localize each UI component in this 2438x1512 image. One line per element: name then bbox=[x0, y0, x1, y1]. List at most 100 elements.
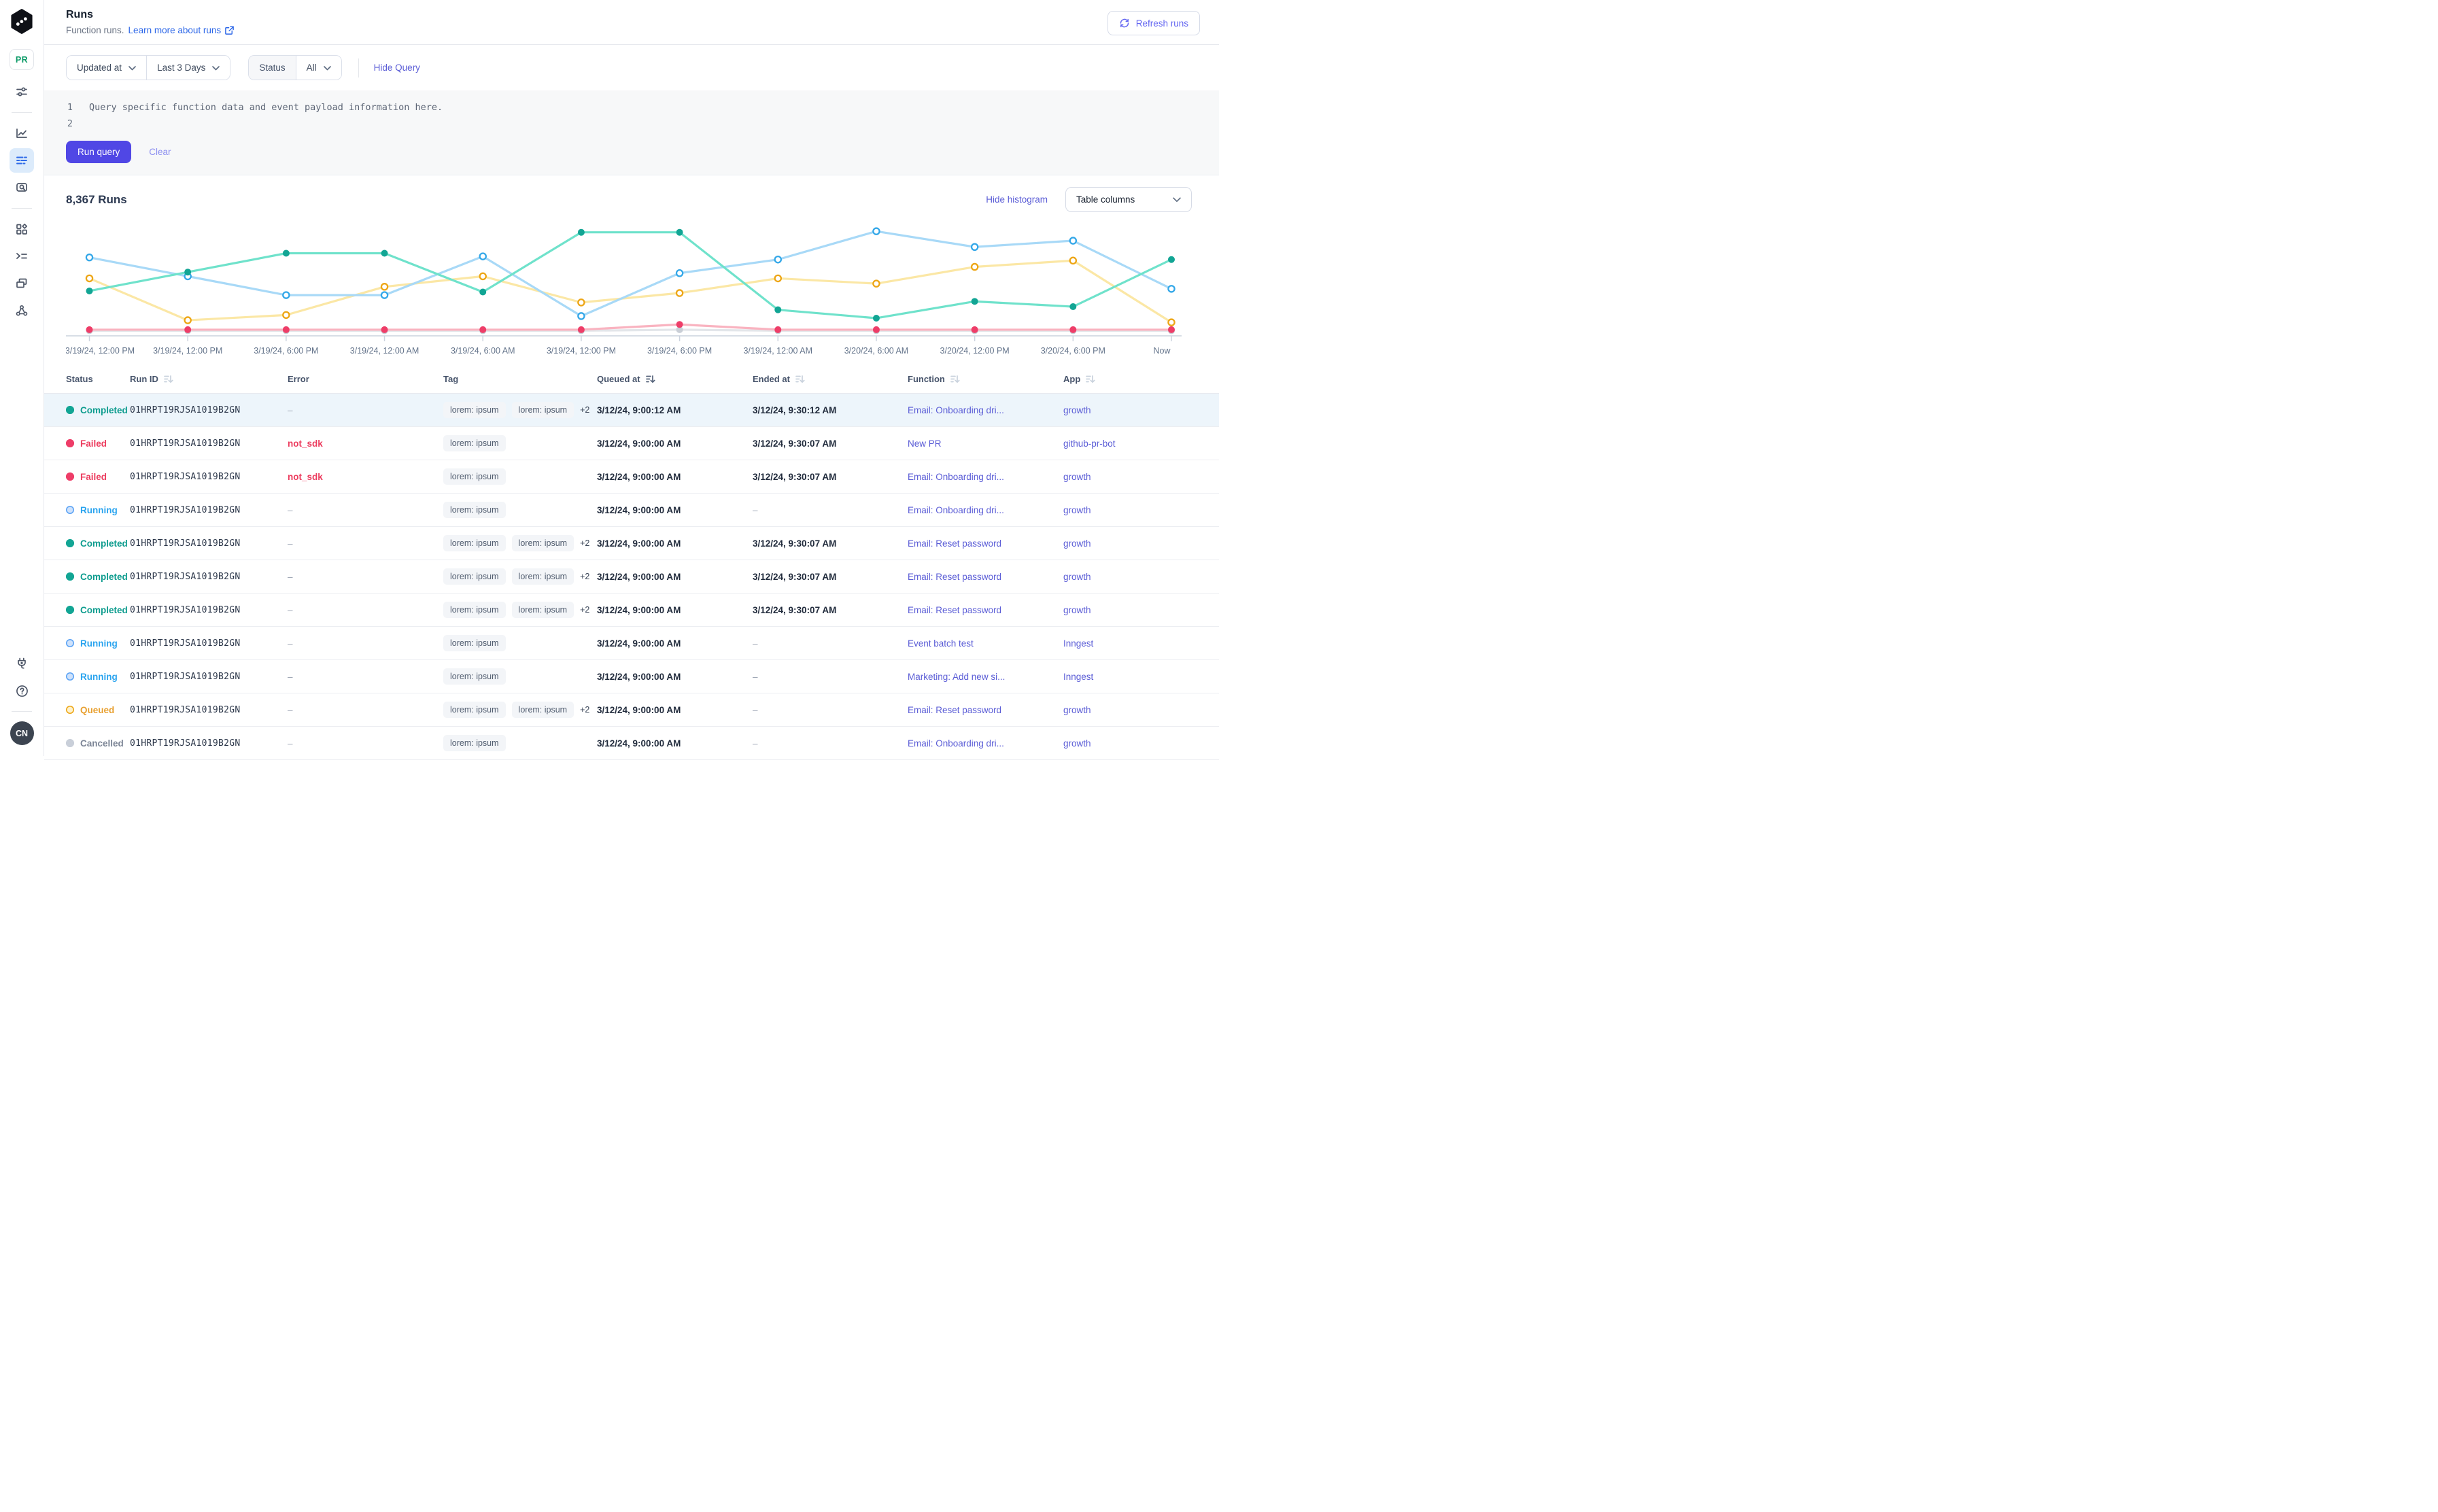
data-point-failed bbox=[479, 326, 486, 333]
table-columns-dropdown[interactable]: Table columns bbox=[1065, 187, 1192, 212]
sidebar-item-runs[interactable] bbox=[10, 148, 34, 173]
runs-count: 8,367 Runs bbox=[66, 193, 127, 207]
x-axis-label: 3/20/24, 6:00 PM bbox=[1041, 346, 1105, 356]
function-link[interactable]: Email: Onboarding dri... bbox=[908, 405, 1063, 415]
queued-at: 3/12/24, 9:00:00 AM bbox=[597, 572, 753, 582]
table-row[interactable]: Queued01HRPT19RJSA1019B2GN–lorem: ipsuml… bbox=[44, 693, 1219, 727]
inngest-logo-icon[interactable] bbox=[10, 9, 33, 34]
x-axis-label: 3/19/24, 12:00 AM bbox=[744, 346, 812, 356]
table-row[interactable]: Running01HRPT19RJSA1019B2GN–lorem: ipsum… bbox=[44, 660, 1219, 693]
column-header-function[interactable]: Function bbox=[908, 374, 1063, 384]
data-point-running bbox=[283, 292, 289, 298]
data-point-failed bbox=[1168, 326, 1175, 333]
function-link[interactable]: Email: Onboarding dri... bbox=[908, 505, 1063, 515]
function-link[interactable]: Email: Onboarding dri... bbox=[908, 738, 1063, 749]
status-cell: Running bbox=[66, 505, 130, 515]
app-link[interactable]: growth bbox=[1063, 572, 1219, 582]
time-range-dropdown[interactable]: Last 3 Days bbox=[146, 56, 230, 80]
status-cell: Queued bbox=[66, 705, 130, 715]
function-link[interactable]: Email: Onboarding dri... bbox=[908, 472, 1063, 482]
query-editor-input[interactable]: Query specific function data and event p… bbox=[73, 99, 443, 116]
status-filter-dropdown[interactable]: All bbox=[296, 56, 341, 80]
error-cell: – bbox=[288, 638, 443, 649]
x-axis-label: Now bbox=[1153, 346, 1171, 356]
time-field-dropdown[interactable]: Updated at bbox=[67, 56, 146, 80]
x-axis-label: 3/19/24, 12:00 PM bbox=[153, 346, 222, 356]
function-link[interactable]: Event batch test bbox=[908, 638, 1063, 649]
status-cell: Completed bbox=[66, 572, 130, 582]
tags-cell: lorem: ipsum bbox=[443, 468, 597, 485]
page-header: Runs Function runs. Learn more about run… bbox=[44, 0, 1219, 45]
column-header-tag: Tag bbox=[443, 374, 597, 384]
status-cell: Cancelled bbox=[66, 738, 130, 749]
sort-icon bbox=[163, 374, 173, 384]
app-link[interactable]: growth bbox=[1063, 472, 1219, 482]
table-row[interactable]: Failed01HRPT19RJSA1019B2GNnot_sdklorem: … bbox=[44, 460, 1219, 494]
data-point-running bbox=[676, 270, 683, 276]
deploys-icon[interactable] bbox=[10, 271, 34, 296]
app-link[interactable]: growth bbox=[1063, 505, 1219, 515]
sort-icon bbox=[950, 374, 960, 384]
table-row[interactable]: Completed01HRPT19RJSA1019B2GN–lorem: ips… bbox=[44, 527, 1219, 560]
table-row[interactable]: Failed01HRPT19RJSA1019B2GNnot_sdklorem: … bbox=[44, 427, 1219, 460]
function-link[interactable]: Email: Reset password bbox=[908, 605, 1063, 615]
help-icon[interactable] bbox=[10, 678, 34, 703]
ended-at: – bbox=[753, 505, 908, 515]
column-header-label: Tag bbox=[443, 374, 458, 384]
error-cell: – bbox=[288, 705, 443, 715]
tag-chip: lorem: ipsum bbox=[512, 402, 574, 418]
refresh-runs-button[interactable]: Refresh runs bbox=[1108, 11, 1200, 35]
table-row[interactable]: Running01HRPT19RJSA1019B2GN–lorem: ipsum… bbox=[44, 627, 1219, 660]
hide-histogram-link[interactable]: Hide histogram bbox=[986, 194, 1048, 205]
function-link[interactable]: Email: Reset password bbox=[908, 538, 1063, 549]
status-cell: Failed bbox=[66, 439, 130, 449]
learn-more-link[interactable]: Learn more about runs bbox=[128, 25, 235, 35]
environment-badge[interactable]: PR bbox=[10, 49, 34, 70]
status-label: Running bbox=[80, 672, 118, 682]
column-header-run-id[interactable]: Run ID bbox=[130, 374, 288, 384]
app-link[interactable]: growth bbox=[1063, 405, 1219, 415]
run-id: 01HRPT19RJSA1019B2GN bbox=[130, 705, 288, 715]
runs-table: StatusRun IDErrorTagQueued atEnded atFun… bbox=[44, 365, 1219, 760]
run-id: 01HRPT19RJSA1019B2GN bbox=[130, 439, 288, 449]
refresh-icon bbox=[1119, 18, 1130, 29]
events-icon[interactable] bbox=[10, 244, 34, 269]
ended-at: 3/12/24, 9:30:12 AM bbox=[753, 405, 908, 415]
column-header-queued-at[interactable]: Queued at bbox=[597, 374, 753, 384]
run-id: 01HRPT19RJSA1019B2GN bbox=[130, 538, 288, 549]
function-link[interactable]: Marketing: Add new si... bbox=[908, 672, 1063, 682]
table-row[interactable]: Completed01HRPT19RJSA1019B2GN–lorem: ips… bbox=[44, 560, 1219, 594]
trace-search-icon[interactable] bbox=[10, 175, 34, 200]
external-link-icon bbox=[224, 25, 235, 35]
function-link[interactable]: New PR bbox=[908, 439, 1063, 449]
app-link[interactable]: growth bbox=[1063, 605, 1219, 615]
app-link[interactable]: Inngest bbox=[1063, 672, 1219, 682]
run-query-button[interactable]: Run query bbox=[66, 141, 131, 163]
app-link[interactable]: growth bbox=[1063, 705, 1219, 715]
data-point-queued bbox=[1070, 258, 1076, 264]
app-link[interactable]: github-pr-bot bbox=[1063, 439, 1219, 449]
app-link[interactable]: Inngest bbox=[1063, 638, 1219, 649]
apps-icon[interactable] bbox=[10, 217, 34, 241]
app-link[interactable]: growth bbox=[1063, 538, 1219, 549]
column-header-ended-at[interactable]: Ended at bbox=[753, 374, 908, 384]
ended-at: – bbox=[753, 705, 908, 715]
clear-query-button[interactable]: Clear bbox=[149, 147, 171, 157]
function-link[interactable]: Email: Reset password bbox=[908, 705, 1063, 715]
table-row[interactable]: Running01HRPT19RJSA1019B2GN–lorem: ipsum… bbox=[44, 494, 1219, 527]
webhook-icon[interactable] bbox=[10, 298, 34, 323]
function-link[interactable]: Email: Reset password bbox=[908, 572, 1063, 582]
hide-query-link[interactable]: Hide Query bbox=[374, 63, 420, 73]
table-row[interactable]: Completed01HRPT19RJSA1019B2GN–lorem: ips… bbox=[44, 394, 1219, 427]
data-point-completed bbox=[1069, 303, 1076, 310]
metrics-icon[interactable] bbox=[10, 121, 34, 145]
integrations-plug-icon[interactable] bbox=[10, 651, 34, 676]
table-row[interactable]: Completed01HRPT19RJSA1019B2GN–lorem: ips… bbox=[44, 594, 1219, 627]
error-cell: – bbox=[288, 572, 443, 582]
filter-settings-icon[interactable] bbox=[10, 80, 34, 104]
column-header-app[interactable]: App bbox=[1063, 374, 1219, 384]
queued-at: 3/12/24, 9:00:00 AM bbox=[597, 472, 753, 482]
app-link[interactable]: growth bbox=[1063, 738, 1219, 749]
table-row[interactable]: Cancelled01HRPT19RJSA1019B2GN–lorem: ips… bbox=[44, 727, 1219, 760]
user-avatar[interactable]: CN bbox=[10, 721, 34, 745]
